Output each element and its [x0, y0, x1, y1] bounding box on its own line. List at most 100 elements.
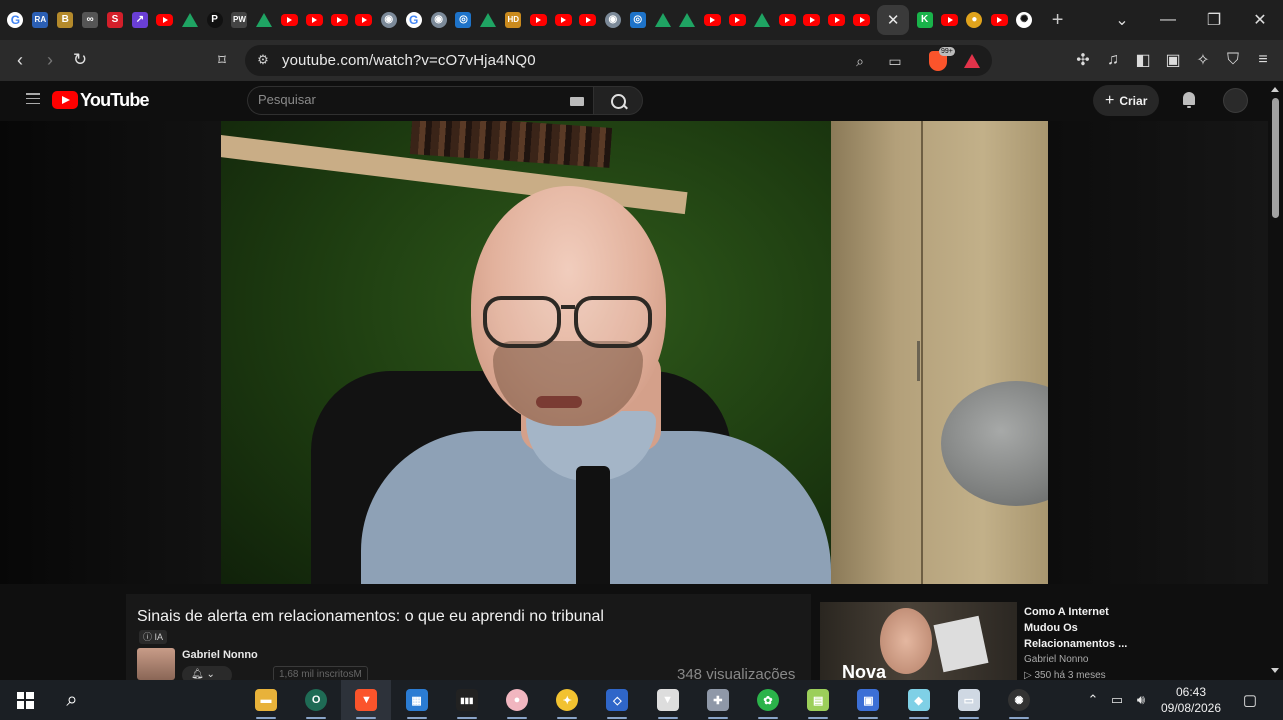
- wallet-button[interactable]: ▣: [1158, 45, 1188, 75]
- browser-tab[interactable]: [575, 5, 600, 35]
- browser-tab[interactable]: G: [3, 5, 28, 35]
- tab-search-chevron-icon[interactable]: ⌄: [1099, 0, 1145, 40]
- youtube-logo-text[interactable]: YouTube: [80, 90, 150, 111]
- browser-tab[interactable]: [700, 5, 725, 35]
- channel-name[interactable]: Gabriel Nonno: [182, 649, 258, 661]
- taskbar-app-recycle[interactable]: ✿: [743, 680, 793, 720]
- related-video-title[interactable]: Como A Internet Mudou Os Relacionamentos…: [1024, 604, 1142, 652]
- sidebar-button[interactable]: ◧: [1128, 45, 1158, 75]
- address-bar[interactable]: ⚙ youtube.com/watch?v=cO7vHja4NQ0 ⌕ ▭ 99…: [245, 45, 992, 76]
- related-video-thumbnail[interactable]: Nova: [820, 602, 1017, 680]
- taskbar-app-brave[interactable]: ▼: [341, 680, 392, 720]
- browser-tab[interactable]: ◉: [376, 5, 401, 35]
- browser-tab[interactable]: [177, 5, 202, 35]
- guide-menu-icon[interactable]: [26, 93, 40, 107]
- browser-tab[interactable]: S: [103, 5, 128, 35]
- browser-tab[interactable]: [476, 5, 501, 35]
- browser-tab[interactable]: ◉: [426, 5, 451, 35]
- related-video-channel[interactable]: Gabriel Nonno: [1024, 654, 1088, 665]
- restore-button[interactable]: ❐: [1191, 0, 1237, 40]
- taskbar-app-pig[interactable]: ●: [492, 680, 542, 720]
- site-settings-icon[interactable]: ⚙: [253, 50, 273, 70]
- taskbar-app-microsoft-store[interactable]: ▦: [392, 680, 442, 720]
- forward-button[interactable]: ›: [35, 45, 65, 75]
- channel-avatar[interactable]: [137, 648, 175, 680]
- taskbar-app-bee[interactable]: ✦: [542, 680, 592, 720]
- minimize-button[interactable]: —: [1145, 0, 1191, 40]
- browser-tab[interactable]: [351, 5, 376, 35]
- youtube-logo-icon[interactable]: [52, 91, 78, 109]
- browser-tab[interactable]: [775, 5, 800, 35]
- search-input[interactable]: [258, 92, 558, 107]
- taskbar-app-window[interactable]: ▭: [944, 680, 994, 720]
- taskbar-app-archive[interactable]: ▤: [793, 680, 843, 720]
- browser-tab[interactable]: ◎: [625, 5, 650, 35]
- browser-tab[interactable]: [302, 5, 327, 35]
- brave-rewards-button[interactable]: [961, 50, 983, 72]
- browser-tab[interactable]: [327, 5, 352, 35]
- browser-tab[interactable]: [750, 5, 775, 35]
- page-scrollbar[interactable]: [1268, 81, 1283, 680]
- tray-overflow-icon[interactable]: ⌃: [1083, 680, 1103, 720]
- browser-tab[interactable]: B: [53, 5, 78, 35]
- browser-tab[interactable]: K: [912, 5, 937, 35]
- browser-tab[interactable]: [800, 5, 825, 35]
- browser-tab[interactable]: [650, 5, 675, 35]
- browser-tab[interactable]: RA: [28, 5, 53, 35]
- scroll-down-arrow-icon[interactable]: [1271, 668, 1279, 673]
- taskbar-search-button[interactable]: ⌕: [47, 680, 97, 720]
- volume-icon[interactable]: 🔊︎: [1130, 680, 1152, 720]
- browser-tab[interactable]: PW: [227, 5, 252, 35]
- taskbar-app-notepad[interactable]: ▣: [843, 680, 893, 720]
- new-tab-button[interactable]: +: [1043, 5, 1073, 35]
- browser-tab[interactable]: ∞: [78, 5, 103, 35]
- vpn-button[interactable]: ⛉: [1218, 45, 1248, 75]
- browser-tab[interactable]: ◉: [600, 5, 625, 35]
- menu-button[interactable]: ≡: [1248, 45, 1278, 75]
- browser-tab[interactable]: ↗: [127, 5, 152, 35]
- taskbar-app-file-explorer[interactable]: ▬: [241, 680, 291, 720]
- search-button[interactable]: [593, 86, 643, 115]
- browser-tab[interactable]: HD: [501, 5, 526, 35]
- browser-tab[interactable]: [849, 5, 874, 35]
- taskbar-app-gamepad[interactable]: ✚: [693, 680, 743, 720]
- browser-tab[interactable]: P: [202, 5, 227, 35]
- taskbar-app-openai[interactable]: ✺: [994, 680, 1044, 720]
- taskbar-app-eraser[interactable]: ◆: [894, 680, 944, 720]
- browser-tab[interactable]: [937, 5, 962, 35]
- ai-badge[interactable]: ⓘ IA: [139, 630, 168, 644]
- browser-tab[interactable]: [277, 5, 302, 35]
- taskbar-app-opera-gx[interactable]: O: [291, 680, 341, 720]
- create-button[interactable]: + Criar: [1093, 85, 1160, 116]
- browser-tab[interactable]: [152, 5, 177, 35]
- taskbar-app-vm[interactable]: ◇: [592, 680, 642, 720]
- browser-tab[interactable]: [675, 5, 700, 35]
- keyboard-icon[interactable]: [570, 97, 584, 106]
- account-avatar[interactable]: [1223, 88, 1248, 113]
- extensions-button[interactable]: ✣: [1068, 45, 1098, 75]
- browser-tab[interactable]: ●: [962, 5, 987, 35]
- video-player[interactable]: [221, 121, 1048, 584]
- brave-shields-button[interactable]: 99+: [927, 47, 955, 72]
- browser-tab[interactable]: [987, 5, 1012, 35]
- reload-button[interactable]: ↻: [65, 45, 95, 75]
- browser-tab[interactable]: [551, 5, 576, 35]
- taskbar-app-fox[interactable]: ▼: [643, 680, 693, 720]
- cast-icon[interactable]: ▭: [884, 50, 906, 72]
- browser-tab[interactable]: [725, 5, 750, 35]
- network-icon[interactable]: ▭: [1106, 680, 1128, 720]
- bookmark-button[interactable]: ⌑: [207, 45, 237, 75]
- browser-tab[interactable]: [526, 5, 551, 35]
- zoom-icon[interactable]: ⌕: [849, 50, 871, 72]
- close-window-button[interactable]: ✕: [1237, 0, 1283, 40]
- notifications-bell-icon[interactable]: [1180, 91, 1198, 109]
- back-button[interactable]: ‹: [5, 45, 35, 75]
- taskbar-clock[interactable]: 06:43 09/08/2026: [1152, 684, 1230, 716]
- close-icon[interactable]: ✕: [887, 11, 900, 29]
- taskbar-app-audio-levels[interactable]: ▮▮▮: [442, 680, 492, 720]
- active-browser-tab[interactable]: ✕: [877, 5, 910, 35]
- browser-tab[interactable]: [824, 5, 849, 35]
- browser-tab[interactable]: ◎: [451, 5, 476, 35]
- leo-ai-button[interactable]: ✧: [1188, 45, 1218, 75]
- notification-center-icon[interactable]: ▢: [1237, 680, 1263, 720]
